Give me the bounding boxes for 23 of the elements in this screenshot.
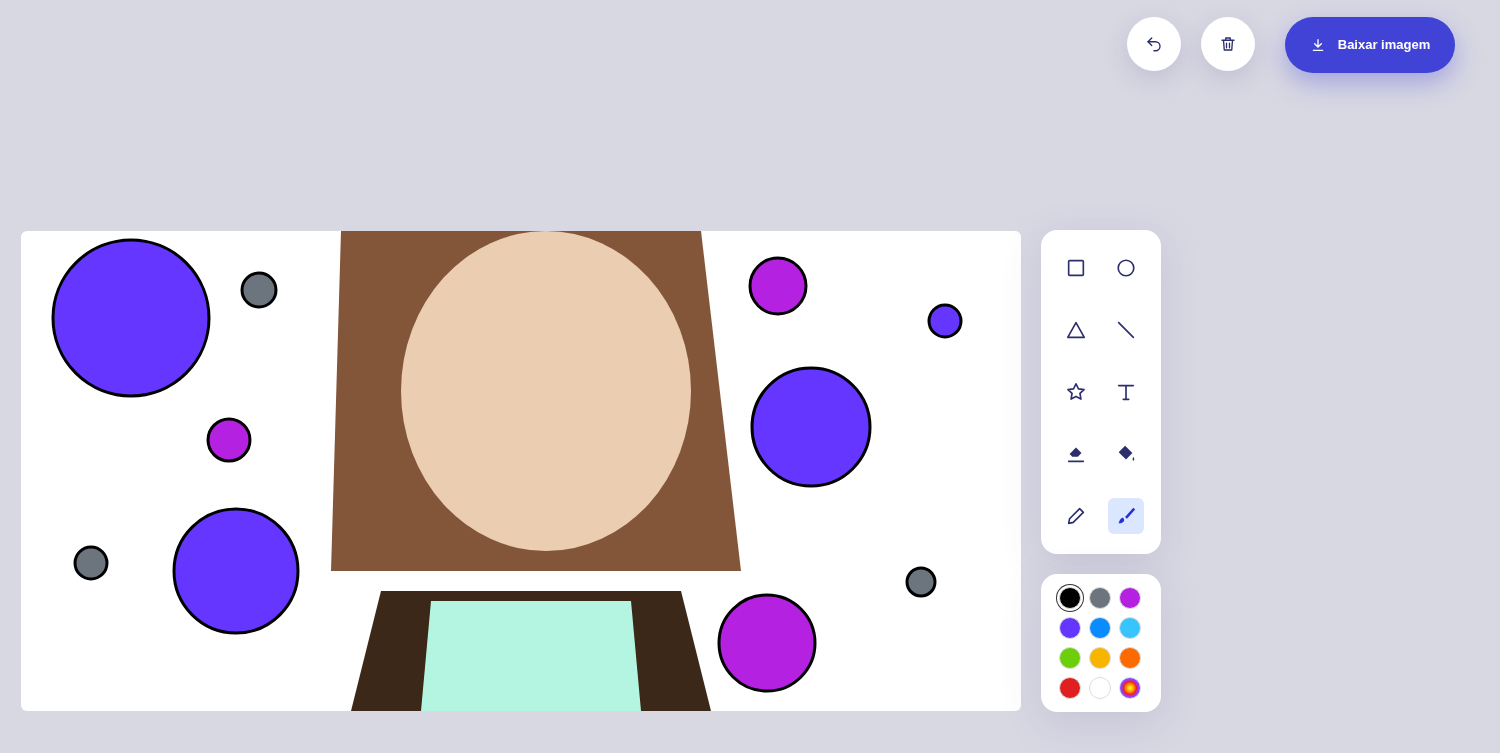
download-button[interactable]: Baixar imagem [1285, 17, 1455, 73]
custom-color-swatch[interactable] [1119, 677, 1141, 699]
color-swatch[interactable] [1059, 677, 1081, 699]
line-icon [1115, 319, 1137, 341]
color-swatch[interactable] [1119, 647, 1141, 669]
color-swatch[interactable] [1089, 647, 1111, 669]
color-swatch[interactable] [1059, 647, 1081, 669]
brush-tool-button[interactable] [1108, 498, 1144, 534]
triangle-icon [1065, 319, 1087, 341]
trash-icon [1219, 35, 1237, 53]
color-swatch[interactable] [1059, 617, 1081, 639]
color-swatch[interactable] [1089, 617, 1111, 639]
color-swatch[interactable] [1089, 587, 1111, 609]
square-icon [1065, 257, 1087, 279]
star-icon [1065, 381, 1087, 403]
undo-icon [1145, 35, 1163, 53]
pencil-icon [1065, 505, 1087, 527]
color-swatch[interactable] [1119, 587, 1141, 609]
delete-button[interactable] [1201, 17, 1255, 71]
color-swatch[interactable] [1059, 587, 1081, 609]
color-swatch[interactable] [1089, 677, 1111, 699]
circle-icon [1115, 257, 1137, 279]
color-swatch[interactable] [1119, 617, 1141, 639]
